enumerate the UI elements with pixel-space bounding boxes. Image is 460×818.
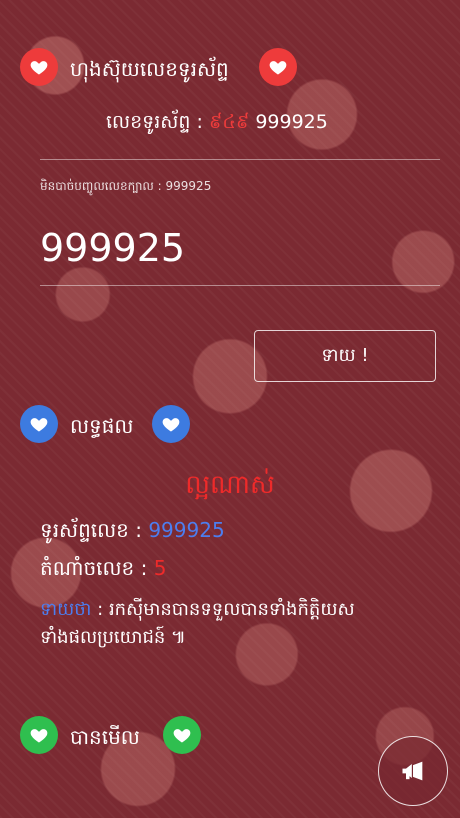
app-title: ហុងស៊ុយលេខទូរស័ព្ទ — [70, 57, 229, 81]
result-title: លទ្ធផល — [70, 414, 134, 438]
verdict-text: ល្អណាស់ — [185, 470, 275, 500]
megaphone-icon — [402, 761, 423, 781]
input-hint: មិនបាច់បញ្ចូលលេខក្បាល : 999925 — [40, 179, 212, 193]
phone-number: 999925 — [255, 111, 328, 133]
phone-input[interactable]: 999925 — [40, 226, 438, 270]
meaning-line1: : រកស៊ីមានបានទទួលបានទាំងកិត្តិយស — [97, 599, 355, 620]
heart-icon — [20, 48, 58, 86]
heart-icon — [20, 716, 58, 754]
result-score-value: 5 — [153, 556, 167, 580]
divider — [40, 159, 440, 160]
phone-prefix: ៩៤៩ — [208, 111, 250, 133]
heart-icon — [20, 405, 58, 443]
share-button[interactable] — [378, 736, 448, 806]
viewed-title: បានមើល — [70, 725, 140, 749]
phone-label: លេខទូរស័ព្ទ : — [106, 111, 203, 133]
meaning-line2: ទាំងផលប្រយោជន៍ ៕ — [40, 627, 186, 648]
predict-button[interactable]: ទាយ ! — [254, 330, 436, 382]
heart-icon — [163, 716, 201, 754]
predict-button-label: ទាយ ! — [321, 344, 369, 366]
result-number-value: 999925 — [148, 518, 225, 542]
result-score-label: តំណាំចលេខ : — [40, 556, 148, 580]
result-number-line: ទូរស័ព្ទលេខ : 999925 — [40, 517, 225, 547]
heart-icon — [152, 405, 190, 443]
input-underline — [40, 285, 440, 286]
result-meaning: ទាយថា : រកស៊ីមានបានទទួលបានទាំងកិត្តិយស ទ… — [40, 596, 440, 652]
phone-number-line: លេខទូរស័ព្ទ : ៩៤៩ 999925 — [106, 110, 328, 138]
result-score-line: តំណាំចលេខ : 5 — [40, 555, 166, 585]
result-number-label: ទូរស័ព្ទលេខ : — [40, 518, 142, 542]
heart-icon — [259, 48, 297, 86]
meaning-label: ទាយថា — [40, 599, 92, 620]
